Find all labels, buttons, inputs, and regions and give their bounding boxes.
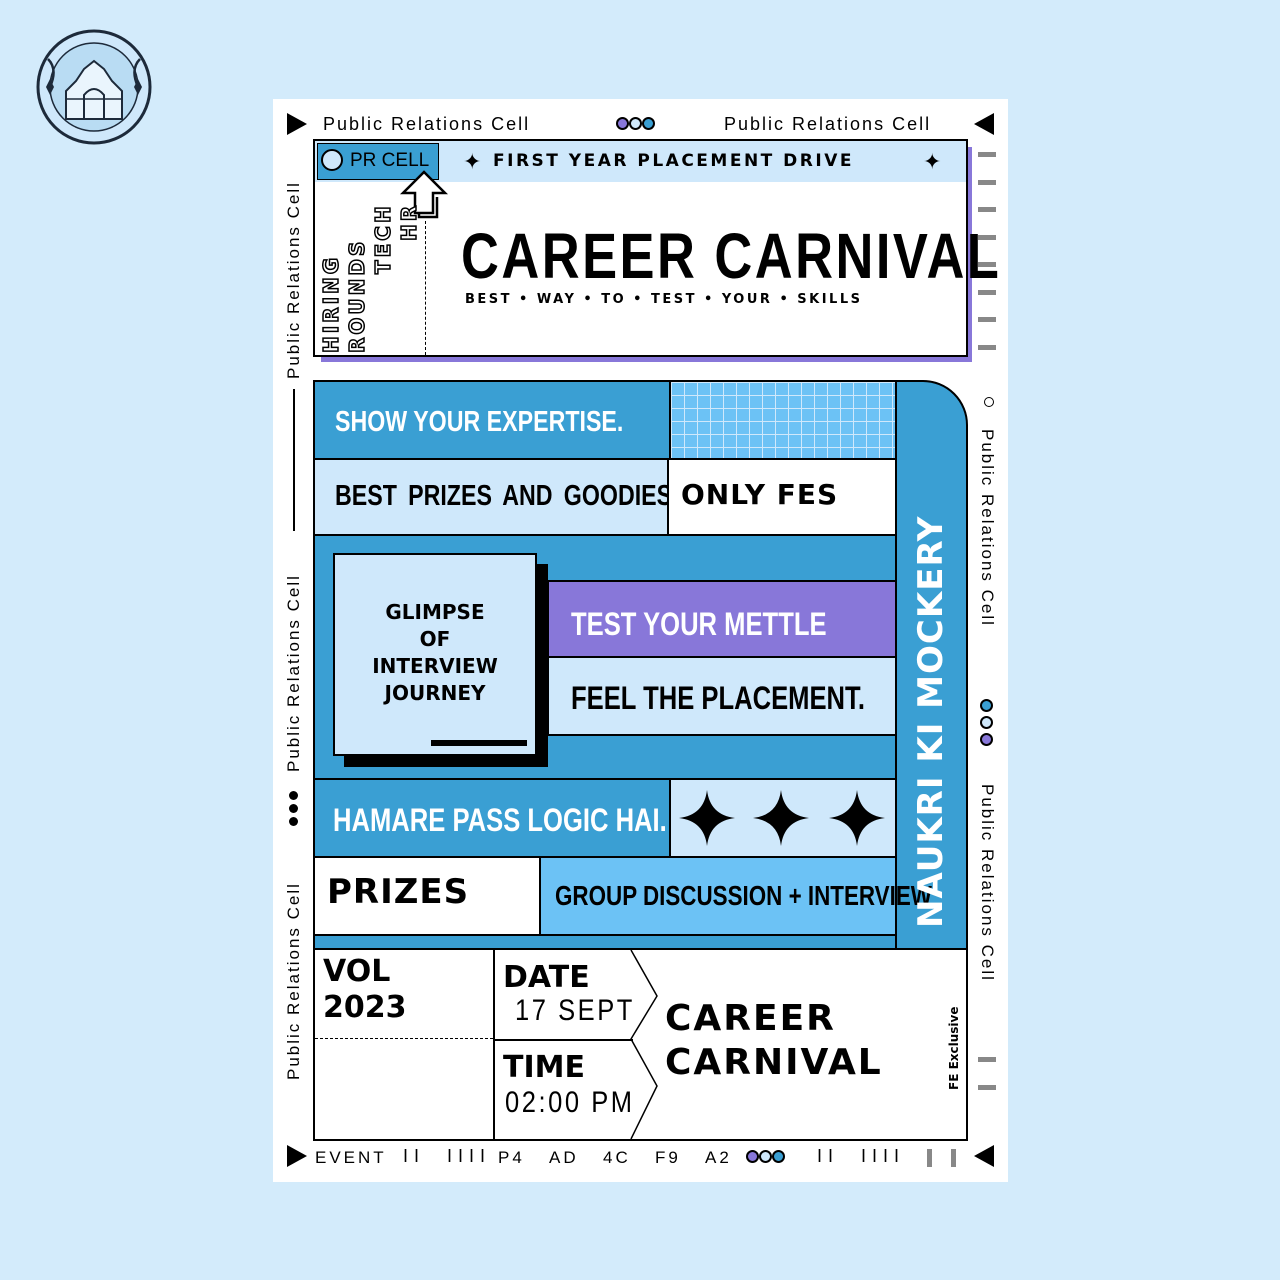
round-hiring: HIRING (318, 254, 344, 354)
mettle-text: TEST YOUR METTLE (571, 606, 827, 642)
only-fes-cell: ONLY FES (669, 460, 895, 536)
row-divider (495, 1039, 633, 1041)
row-divider (315, 934, 895, 936)
small-circle (984, 397, 994, 407)
date-label: DATE (503, 960, 590, 995)
event-title-line2: CARNIVAL (665, 1042, 883, 1083)
mettle-cell: TEST YOUR METTLE (547, 580, 897, 658)
right-side-label-bottom: Public Relations Cell (978, 784, 997, 982)
glimpse-title: GLIMPSE OF INTERVIEW JOURNEY (372, 600, 498, 705)
logo-emblem (36, 29, 152, 145)
info-panel: VOL 2023 DATE 17 SEPT TIME 02:00 PM CARE… (313, 948, 968, 1141)
sparkle-icon: ✦ (463, 149, 482, 174)
main-panel: SHOW YOUR EXPERTISE. BEST PRIZES AND GOO… (313, 380, 968, 950)
left-side-line (293, 389, 295, 531)
prizes-cell: PRIZES (315, 858, 541, 934)
vol-year: 2023 (323, 990, 407, 1025)
zigzag-divider (630, 950, 658, 1139)
prizes-goodies-cell: BEST PRIZES AND GOODIES (315, 460, 673, 536)
drive-title: FIRST YEAR PLACEMENT DRIVE (493, 151, 854, 171)
grid-pattern (669, 382, 897, 460)
left-side-label-mid: Public Relations Cell (284, 574, 303, 772)
banner: PR CELL ✦ FIRST YEAR PLACEMENT DRIVE ✦ H… (313, 139, 999, 357)
glimpse-card: GLIMPSE OF INTERVIEW JOURNEY (333, 553, 537, 756)
gd-text: GROUP DISCUSSION + INTERVIEW (555, 880, 932, 911)
sparkle-icon (679, 790, 735, 846)
sparkle-icon (753, 790, 809, 846)
round-tech: TECH (370, 202, 396, 274)
feel-text: FEEL THE PLACEMENT. (571, 680, 865, 716)
right-side-label-top: Public Relations Cell (978, 429, 997, 627)
sparkle-icon (829, 790, 885, 846)
footer-code: A2 (705, 1148, 732, 1167)
dashed-divider (425, 221, 426, 355)
footer-bars: II IIII (817, 1146, 906, 1166)
round-hr: HR (396, 202, 422, 242)
event-title-line1: CAREER (665, 998, 836, 1039)
triangle-icon (287, 113, 307, 135)
only-fes-text: ONLY FES (681, 478, 839, 511)
banner-subtitle: BEST • WAY • TO • TEST • YOUR • SKILLS (465, 292, 863, 307)
footer-code: F9 (655, 1148, 681, 1167)
sparkles-cell (669, 780, 895, 856)
left-side-label-top: Public Relations Cell (284, 181, 303, 379)
gd-cell: GROUP DISCUSSION + INTERVIEW (541, 858, 932, 934)
header-left-label: Public Relations Cell (323, 114, 531, 134)
right-side-dots (980, 699, 996, 746)
round-rounds: ROUNDS (344, 238, 370, 354)
footer-bars: II IIII (403, 1146, 492, 1166)
footer-event: EVENT (315, 1148, 387, 1167)
date-value: 17 SEPT (515, 994, 635, 1027)
sparkle-icon: ✦ (923, 149, 942, 174)
glimpse-underline (431, 740, 527, 746)
header-dots (616, 117, 655, 135)
triangle-icon (974, 113, 994, 135)
fe-exclusive: FE Exclusive (947, 1006, 961, 1091)
col-divider (493, 950, 495, 1139)
footer-ticks (927, 1149, 932, 1167)
feel-cell: FEEL THE PLACEMENT. (547, 658, 897, 736)
banner-title: CAREER CARNIVAL (461, 220, 1002, 292)
footer-dots (746, 1150, 785, 1168)
prizes-text: PRIZES (327, 872, 470, 912)
logic-text: HAMARE PASS LOGIC HAI. (333, 802, 667, 838)
left-side-label-bottom: Public Relations Cell (284, 882, 303, 1080)
vertical-naukri-text: NAUKRI KI MOCKERY (911, 515, 951, 928)
time-value: 02:00 PM (505, 1086, 635, 1119)
poster: Public Relations Cell Public Relations C… (273, 99, 1008, 1182)
footer-code: AD (549, 1148, 579, 1167)
header-right-label: Public Relations Cell (724, 114, 932, 134)
footer-code: 4C (603, 1148, 631, 1167)
time-label: TIME (503, 1050, 585, 1085)
footer-ticks (951, 1149, 956, 1167)
dashed-divider (315, 1038, 493, 1039)
footer-code: P4 (498, 1148, 525, 1167)
rounds-list: HIRING ROUNDS TECH HR (318, 202, 423, 354)
prizes-goodies-text: BEST PRIZES AND GOODIES (335, 480, 673, 512)
triangle-icon (287, 1145, 307, 1167)
vol-label: VOL (323, 954, 391, 989)
triangle-icon (974, 1145, 994, 1167)
pr-logo-icon (321, 149, 343, 171)
expertise-text: SHOW YOUR EXPERTISE. (335, 406, 624, 438)
left-side-dots (289, 791, 299, 826)
